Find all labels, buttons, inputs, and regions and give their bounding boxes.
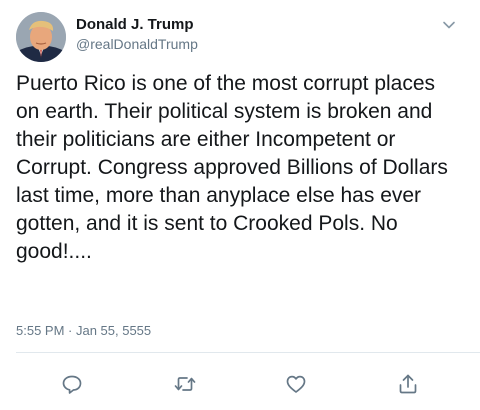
share-icon[interactable]	[396, 372, 420, 396]
tweet-card: Donald J. Trump @realDonaldTrump Puerto …	[0, 0, 480, 410]
retweet-icon[interactable]	[173, 372, 197, 396]
user-handle[interactable]: @realDonaldTrump	[76, 34, 198, 54]
tweet-text: Puerto Rico is one of the most corrupt p…	[16, 72, 454, 263]
tweet-actions	[0, 372, 480, 396]
avatar[interactable]	[16, 12, 66, 62]
chevron-down-icon[interactable]	[442, 18, 456, 32]
reply-icon[interactable]	[60, 372, 84, 396]
tweet-timestamp[interactable]: 5:55 PM · Jan 55, 5555	[16, 323, 151, 338]
divider	[16, 352, 480, 353]
display-name[interactable]: Donald J. Trump	[76, 16, 198, 34]
heart-icon[interactable]	[284, 372, 308, 396]
tweet-header: Donald J. Trump @realDonaldTrump	[16, 12, 464, 64]
user-names: Donald J. Trump @realDonaldTrump	[76, 16, 198, 54]
